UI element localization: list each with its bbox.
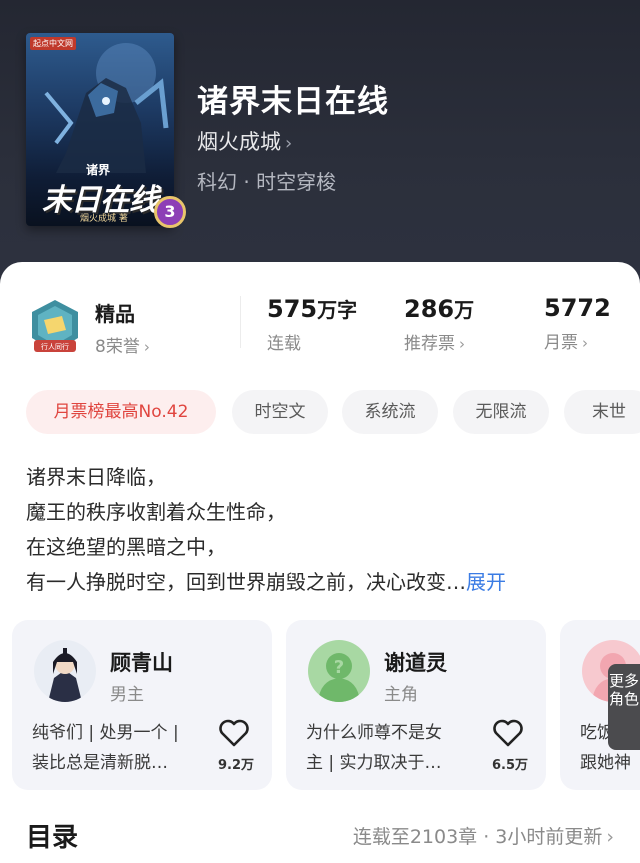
- stat-word-count: 575万字 连载: [267, 294, 357, 354]
- stat-value: 5772: [544, 294, 611, 322]
- like-count: 6.5万: [491, 758, 529, 773]
- synopsis-line: 在这绝望的黑暗之中，: [26, 535, 226, 559]
- role-description: 为什么师尊不是女 主 | 实力取决于…: [306, 718, 482, 778]
- role-description-line: 主 | 实力取决于…: [306, 753, 442, 773]
- honor-badge-icon[interactable]: 行人同行: [28, 298, 82, 354]
- book-header: 起点中文网 诸界 末日在线 烟火成城 著 3 诸界末日在线 烟火成城 › 科幻 ·…: [0, 0, 640, 300]
- cover-publisher-tag: 起点中文网: [30, 37, 76, 50]
- synopsis-line: 诸界末日降临，: [26, 465, 166, 489]
- honor-count: 8荣誉: [95, 337, 140, 357]
- cover-author: 烟火成城 著: [80, 214, 128, 224]
- honor-count-link[interactable]: 8荣誉 ›: [95, 332, 150, 357]
- stat-unit: 万: [454, 298, 475, 322]
- role-type: 主角: [384, 685, 418, 705]
- honor-icon-text: 行人同行: [41, 342, 69, 351]
- role-description-line: 跟她神: [580, 753, 631, 773]
- toc-title: 目录: [26, 823, 79, 853]
- stat-label: 连载: [267, 334, 301, 354]
- heart-icon[interactable]: [218, 718, 250, 748]
- chevron-right-icon: ›: [459, 335, 465, 353]
- tag-chip[interactable]: 末世: [564, 390, 640, 434]
- synopsis[interactable]: 诸界末日降临， 魔王的秩序收割着众生性命， 在这绝望的黑暗之中， 有一人挣脱时空…: [26, 460, 616, 600]
- avatar: [34, 640, 96, 702]
- chevron-right-icon: ›: [143, 338, 150, 356]
- chevron-right-icon: ›: [285, 133, 293, 154]
- synopsis-line: 魔王的秩序收割着众生性命，: [26, 500, 286, 524]
- more-roles-button[interactable]: 更多角色: [608, 664, 640, 750]
- chevron-right-icon: ›: [582, 334, 588, 352]
- role-card[interactable]: ? 谢道灵 主角 为什么师尊不是女 主 | 实力取决于… 6.5万: [286, 620, 546, 790]
- stat-value: 575: [267, 295, 318, 323]
- rank-badge: 3: [154, 196, 186, 228]
- role-type: 男主: [110, 685, 144, 705]
- book-title: 诸界末日在线: [197, 84, 389, 120]
- honor-label: 精品: [95, 302, 135, 326]
- role-card[interactable]: 顾青山 男主 纯爷们 | 处男一个 | 装比总是清新脱… 9.2万: [12, 620, 272, 790]
- divider: [240, 296, 241, 348]
- synopsis-line: 有一人挣脱时空，回到世界崩毁之前，决心改变…: [26, 570, 466, 594]
- expand-link[interactable]: 展开: [466, 570, 506, 594]
- stat-monthly-votes[interactable]: 5772 月票 ›: [544, 294, 611, 353]
- toc-status: 连载至2103章 · 3小时前更新: [352, 826, 603, 848]
- heart-icon[interactable]: [492, 718, 524, 748]
- role-description: 纯爷们 | 处男一个 | 装比总是清新脱…: [32, 718, 208, 778]
- stat-label: 月票: [544, 333, 578, 353]
- avatar: ?: [308, 640, 370, 702]
- svg-text:?: ?: [334, 657, 344, 678]
- toc-status-link[interactable]: 连载至2103章 · 3小时前更新 ›: [353, 822, 614, 849]
- role-description-line: 装比总是清新脱…: [32, 753, 168, 773]
- like-count: 9.2万: [217, 758, 255, 773]
- role-name: 谢道灵: [384, 651, 447, 675]
- more-roles-label: 更多角色: [608, 672, 639, 708]
- tag-chip[interactable]: 系统流: [342, 390, 438, 434]
- chevron-right-icon: ›: [606, 826, 614, 848]
- author-link[interactable]: 烟火成城 ›: [197, 126, 292, 156]
- stat-recommend-votes[interactable]: 286万 推荐票 ›: [404, 294, 474, 354]
- tag-chip[interactable]: 月票榜最高No.42: [26, 390, 216, 434]
- role-description-line: 为什么师尊不是女: [306, 723, 442, 743]
- tag-chip[interactable]: 无限流: [453, 390, 549, 434]
- stat-label: 推荐票: [404, 334, 455, 354]
- stat-unit: 万字: [317, 298, 358, 322]
- role-description-line: 纯爷们 | 处男一个 |: [32, 723, 179, 743]
- role-name: 顾青山: [110, 651, 173, 675]
- stat-value: 286: [404, 295, 455, 323]
- tag-chip[interactable]: 时空文: [232, 390, 328, 434]
- author-name: 烟火成城: [197, 130, 281, 154]
- book-genre: 科幻 · 时空穿梭: [197, 170, 337, 194]
- book-cover[interactable]: 起点中文网 诸界 末日在线 烟火成城 著: [26, 33, 174, 226]
